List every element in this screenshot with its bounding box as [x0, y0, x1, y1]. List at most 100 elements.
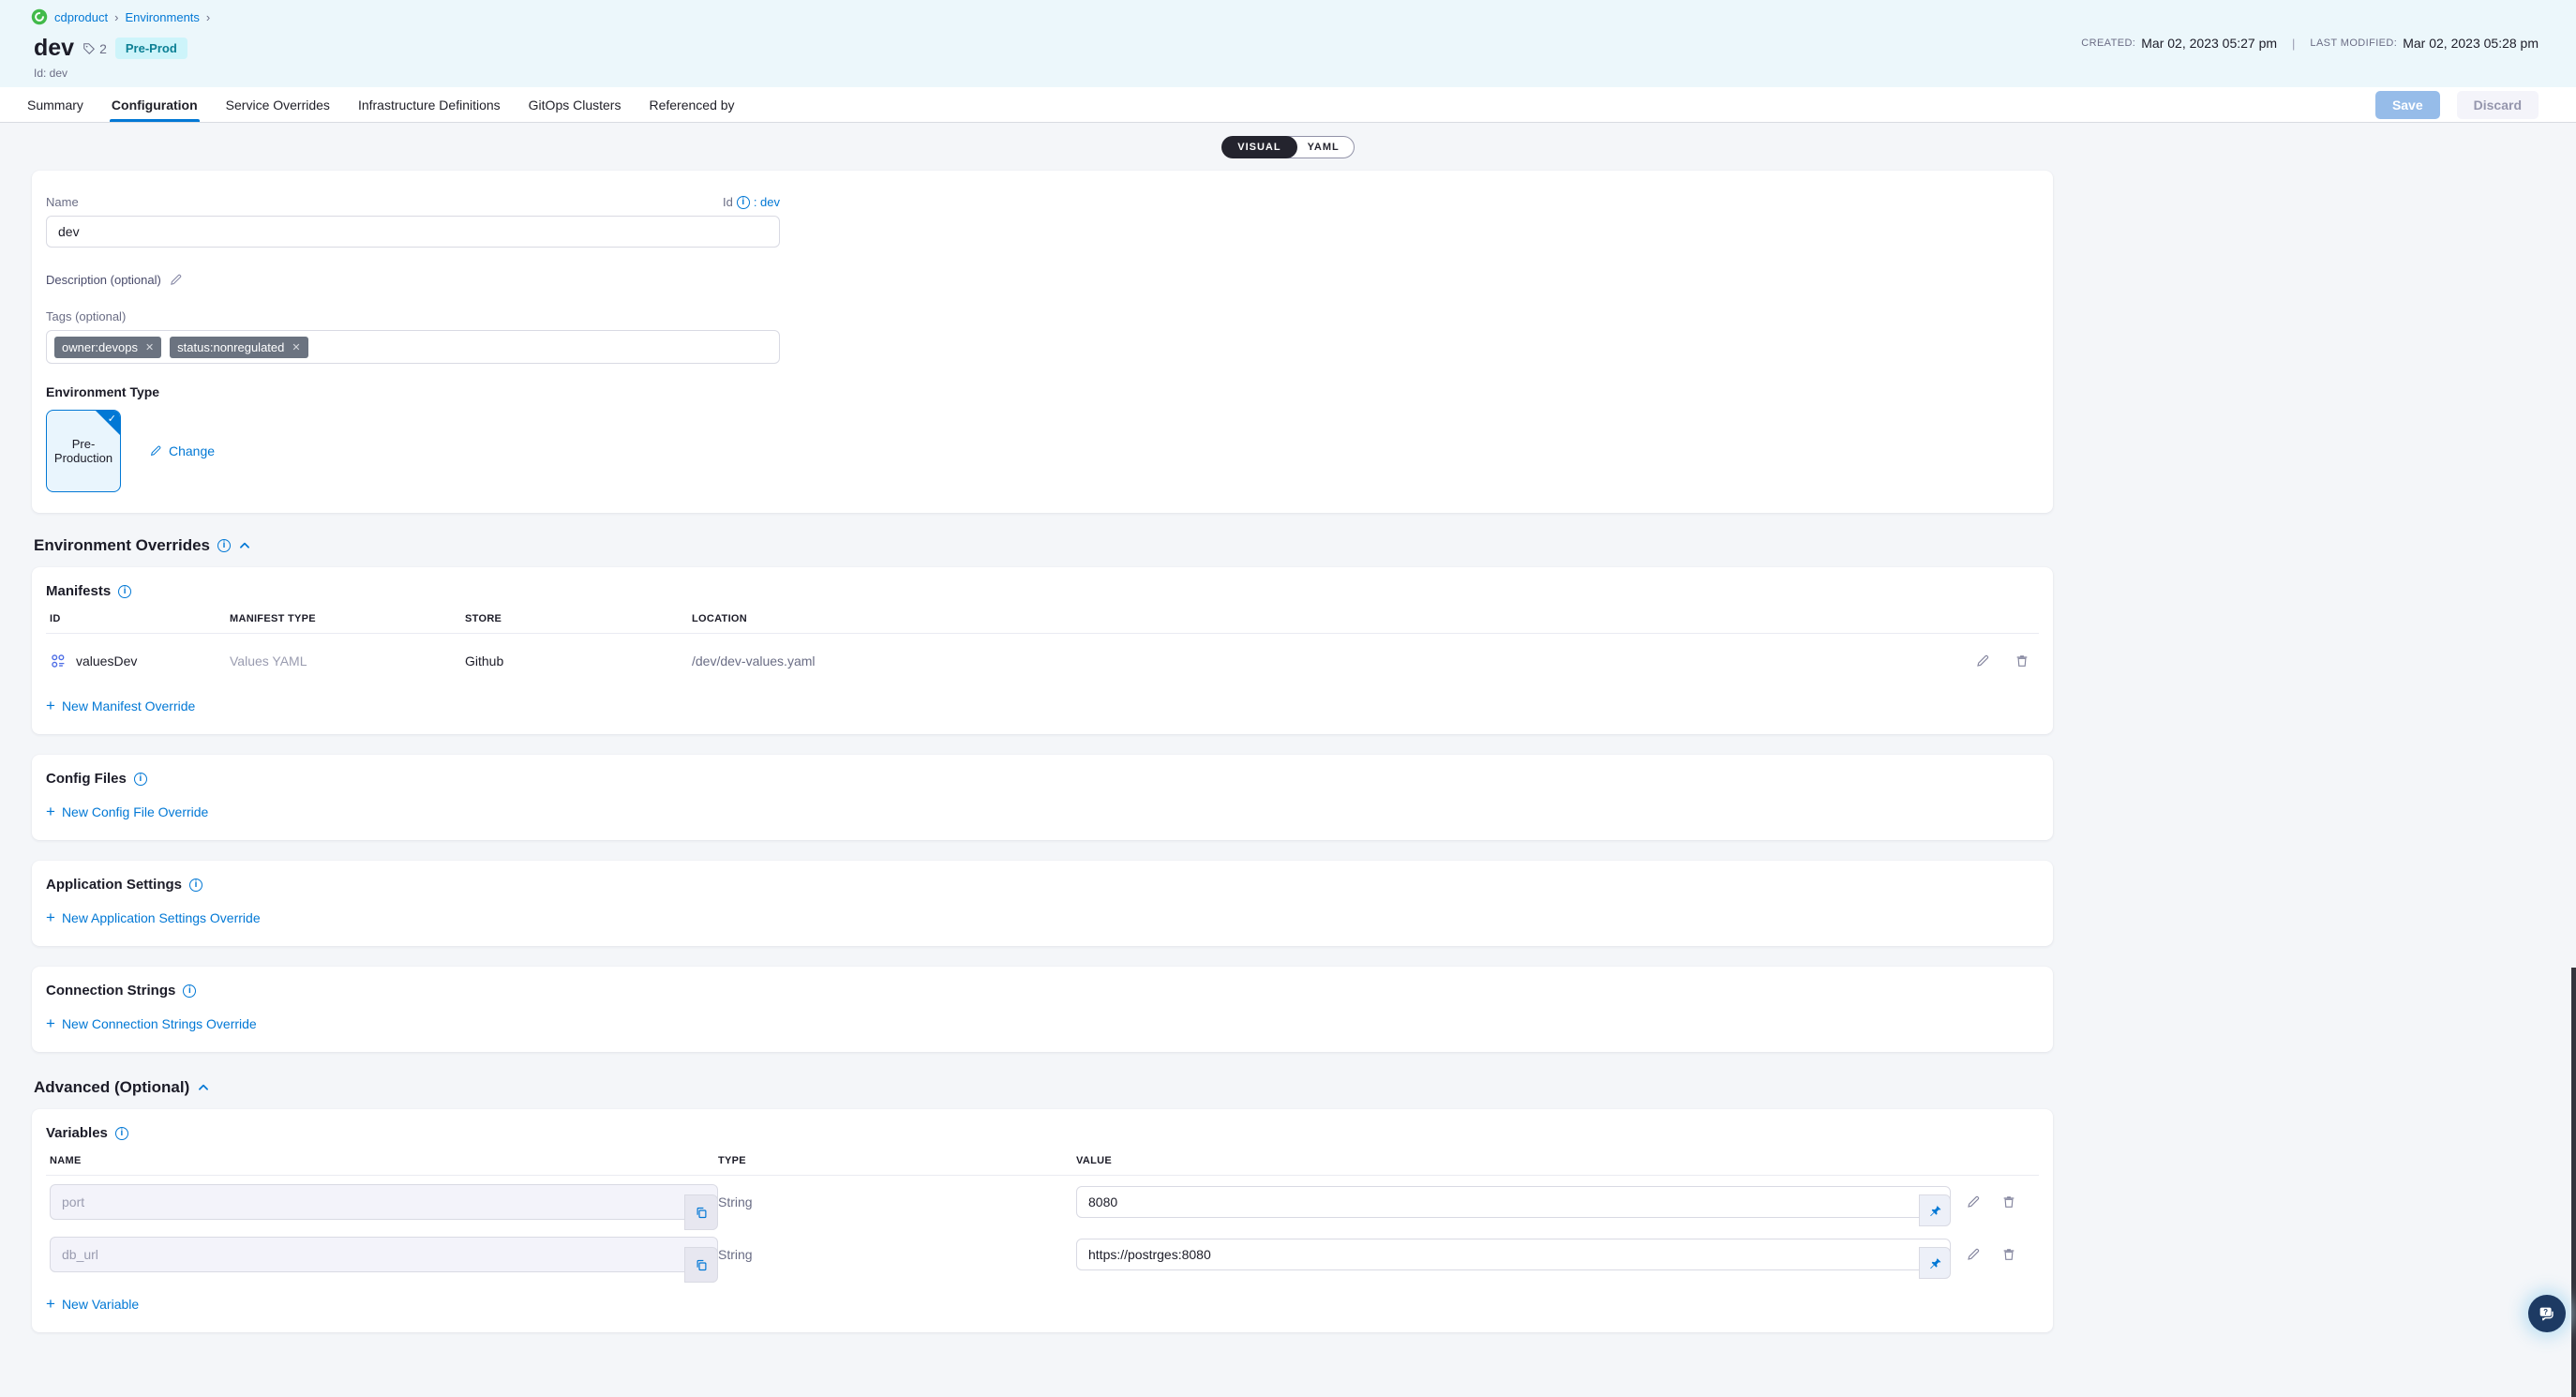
new-manifest-override-label: New Manifest Override	[62, 698, 195, 714]
info-icon[interactable]: i	[737, 196, 750, 209]
info-icon[interactable]: i	[183, 984, 196, 998]
variables-card: Variables i NAME TYPE VALUE	[32, 1109, 2053, 1332]
variable-type: String	[718, 1247, 1076, 1262]
tab-summary[interactable]: Summary	[25, 87, 85, 122]
environment-configuration-page: cdproduct › Environments › dev 2 Pre-Pro…	[0, 0, 2576, 1397]
manifests-card: Manifests i ID MANIFEST TYPE STORE LOCAT…	[32, 567, 2053, 734]
variable-value-input[interactable]	[1076, 1186, 1951, 1218]
edit-description-icon[interactable]	[169, 273, 183, 287]
tag-count-value: 2	[99, 41, 107, 56]
tag-chip-label: status:nonregulated	[177, 340, 284, 354]
environment-type-card[interactable]: Pre-Production ✓	[46, 410, 121, 492]
new-application-settings-override-label: New Application Settings Override	[62, 910, 261, 925]
edit-icon[interactable]	[1966, 1194, 1981, 1209]
environment-type-value: Pre-Production	[47, 437, 120, 465]
harness-logo-icon	[31, 8, 48, 25]
config-files-card: Config Files i + New Config File Overrid…	[32, 755, 2053, 840]
pin-button[interactable]	[1919, 1194, 1951, 1226]
new-connection-strings-override-label: New Connection Strings Override	[62, 1016, 257, 1031]
save-button[interactable]: Save	[2375, 91, 2440, 119]
col-type: TYPE	[718, 1155, 1076, 1166]
variables-title: Variables	[46, 1125, 108, 1141]
divider: |	[2292, 37, 2295, 51]
tab-bar-actions: Save Discard	[2375, 87, 2576, 122]
col-location: LOCATION	[692, 613, 1926, 624]
id-prefix: Id	[723, 195, 733, 209]
pin-icon	[1928, 1204, 1942, 1218]
application-settings-card: Application Settings i + New Application…	[32, 861, 2053, 946]
visual-toggle-button[interactable]: VISUAL	[1221, 136, 1296, 158]
tab-infrastructure-definitions[interactable]: Infrastructure Definitions	[356, 87, 502, 122]
info-icon[interactable]: i	[118, 585, 131, 598]
tab-configuration[interactable]: Configuration	[110, 87, 200, 122]
collapse-icon[interactable]	[197, 1081, 210, 1094]
change-env-type-link[interactable]: Change	[149, 443, 215, 458]
edit-icon[interactable]	[1966, 1247, 1981, 1262]
manifests-table-header: ID MANIFEST TYPE STORE LOCATION	[46, 613, 2039, 633]
scrollbar-thumb[interactable]	[2571, 968, 2576, 1397]
help-chat-button[interactable]: ?	[2528, 1295, 2566, 1332]
new-manifest-override-button[interactable]: + New Manifest Override	[46, 698, 195, 714]
copy-button[interactable]	[684, 1194, 718, 1230]
delete-icon[interactable]	[2014, 653, 2029, 668]
manifest-id: valuesDev	[76, 653, 137, 668]
delete-icon[interactable]	[2001, 1247, 2016, 1262]
new-variable-button[interactable]: + New Variable	[46, 1296, 139, 1312]
new-connection-strings-override-button[interactable]: + New Connection Strings Override	[46, 1015, 257, 1031]
remove-tag-icon[interactable]: ✕	[145, 341, 154, 353]
variable-value-input[interactable]	[1076, 1239, 1951, 1270]
env-type-badge: Pre-Prod	[115, 38, 187, 59]
breadcrumb-environments-link[interactable]: Environments	[125, 10, 199, 24]
info-icon[interactable]: i	[134, 773, 147, 786]
info-icon[interactable]: i	[115, 1127, 128, 1140]
modified-value: Mar 02, 2023 05:28 pm	[2403, 36, 2539, 51]
variable-name-input[interactable]	[50, 1237, 718, 1272]
new-application-settings-override-button[interactable]: + New Application Settings Override	[46, 909, 261, 925]
col-id: ID	[50, 613, 230, 624]
created-value: Mar 02, 2023 05:27 pm	[2141, 36, 2277, 51]
tab-service-overrides[interactable]: Service Overrides	[224, 87, 332, 122]
name-input[interactable]	[46, 216, 780, 248]
edit-icon[interactable]	[1975, 653, 1990, 668]
connection-strings-title: Connection Strings	[46, 983, 175, 999]
discard-button[interactable]: Discard	[2457, 91, 2539, 119]
info-icon[interactable]: i	[217, 539, 231, 552]
variables-heading: Variables i	[46, 1125, 2039, 1141]
manifests-title: Manifests	[46, 583, 111, 599]
variable-name-input[interactable]	[50, 1184, 718, 1220]
breadcrumb: cdproduct › Environments ›	[31, 8, 210, 25]
tag-chip: owner:devops ✕	[54, 337, 161, 358]
id-display: Id i : dev	[723, 195, 780, 209]
plus-icon: +	[46, 909, 55, 925]
environment-overrides-title: Environment Overrides	[34, 536, 210, 555]
info-icon[interactable]: i	[189, 879, 202, 892]
tag-chip: status:nonregulated ✕	[170, 337, 307, 358]
configuration-content: VISUAL YAML Name Id i : dev Description …	[0, 123, 2576, 1332]
change-label: Change	[169, 443, 215, 458]
chevron-right-icon: ›	[206, 10, 210, 24]
collapse-icon[interactable]	[238, 539, 251, 552]
manifests-heading: Manifests i	[46, 583, 2039, 599]
connection-strings-heading: Connection Strings i	[46, 983, 2039, 999]
delete-icon[interactable]	[2001, 1194, 2016, 1209]
pin-button[interactable]	[1919, 1247, 1951, 1279]
breadcrumb-project-link[interactable]: cdproduct	[54, 10, 108, 24]
tab-gitops-clusters[interactable]: GitOps Clusters	[527, 87, 623, 122]
created-label: CREATED:	[2081, 38, 2135, 49]
pin-icon	[1928, 1256, 1942, 1270]
name-label: Name	[46, 195, 79, 209]
tab-referenced-by[interactable]: Referenced by	[647, 87, 736, 122]
plus-icon: +	[46, 1015, 55, 1031]
page-title: dev	[34, 35, 74, 62]
plus-icon: +	[46, 698, 55, 714]
manifest-store: Github	[465, 653, 692, 668]
tab-bar: Summary Configuration Service Overrides …	[0, 87, 2576, 123]
config-files-heading: Config Files i	[46, 771, 2039, 787]
config-files-title: Config Files	[46, 771, 127, 787]
new-config-file-override-button[interactable]: + New Config File Override	[46, 804, 208, 819]
col-manifest-type: MANIFEST TYPE	[230, 613, 465, 624]
tags-input[interactable]: owner:devops ✕ status:nonregulated ✕	[46, 330, 780, 364]
page-header: cdproduct › Environments › dev 2 Pre-Pro…	[0, 0, 2576, 87]
remove-tag-icon[interactable]: ✕	[292, 341, 300, 353]
copy-button[interactable]	[684, 1247, 718, 1283]
